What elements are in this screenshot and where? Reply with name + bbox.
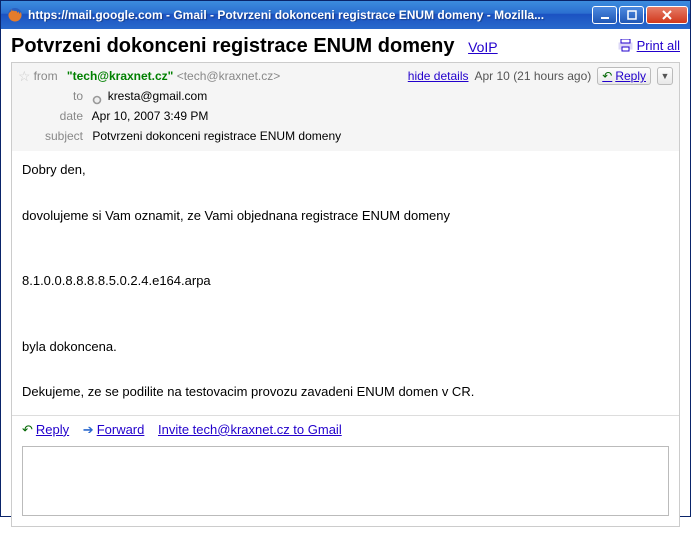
label-link-voip[interactable]: VoIP (468, 39, 498, 55)
reply-menu-dropdown[interactable]: ▼ (657, 67, 673, 85)
minimize-button[interactable] (592, 6, 617, 24)
hide-details-link[interactable]: hide details (408, 69, 469, 83)
subject-value: Potvrzeni dokonceni registrace ENUM dome… (92, 129, 341, 143)
reply-arrow-icon: ↶ (22, 422, 33, 437)
window-titlebar: https://mail.google.com - Gmail - Potvrz… (1, 1, 690, 29)
invite-link[interactable]: Invite tech@kraxnet.cz to Gmail (158, 422, 342, 437)
reply-button-label: Reply (615, 69, 646, 83)
window-title: https://mail.google.com - Gmail - Potvrz… (28, 8, 586, 22)
page-title: Potvrzeni dokonceni registrace ENUM dome… (11, 35, 454, 57)
from-name: "tech@kraxnet.cz" (67, 69, 173, 83)
to-label: to (33, 87, 83, 105)
from-label: from (34, 69, 58, 83)
quick-reply-textarea[interactable] (22, 446, 669, 516)
from-address: <tech@kraxnet.cz> (177, 69, 281, 83)
message-body: Dobry den, dovolujeme si Vam oznamit, ze… (12, 151, 679, 415)
body-line: byla dokoncena. (22, 338, 669, 356)
date-label: date (33, 107, 83, 125)
message-header: Potvrzeni dokonceni registrace ENUM dome… (11, 35, 680, 62)
content-area: Potvrzeni dokonceni registrace ENUM dome… (1, 29, 690, 535)
message-card: ☆ from "tech@kraxnet.cz" <tech@kraxnet.c… (11, 62, 680, 527)
printer-icon (618, 39, 633, 52)
maximize-button[interactable] (619, 6, 644, 24)
lock-icon (92, 92, 102, 102)
reply-arrow-icon: ↶ (602, 69, 612, 83)
body-line: 8.1.0.0.8.8.8.8.5.0.2.4.e164.arpa (22, 272, 669, 290)
reply-button[interactable]: ↶ Reply (597, 67, 651, 85)
reply-link[interactable]: Reply (36, 422, 69, 437)
message-actions: ↶Reply ➔Forward Invite tech@kraxnet.cz t… (12, 415, 679, 444)
subject-label: subject (33, 127, 83, 145)
body-line: Dekujeme, ze se podilite na testovacim p… (22, 383, 669, 401)
body-line: dovolujeme si Vam oznamit, ze Vami objed… (22, 207, 669, 225)
print-all-link[interactable]: Print all (618, 38, 680, 53)
body-line: Dobry den, (22, 161, 669, 179)
date-value: Apr 10, 2007 3:49 PM (92, 109, 209, 123)
close-button[interactable] (646, 6, 688, 24)
to-value: kresta@gmail.com (108, 89, 208, 103)
forward-link[interactable]: Forward (97, 422, 145, 437)
forward-arrow-icon: ➔ (83, 422, 94, 437)
message-meta: ☆ from "tech@kraxnet.cz" <tech@kraxnet.c… (12, 63, 679, 151)
received-timestamp: Apr 10 (21 hours ago) (475, 69, 592, 83)
window-controls (592, 6, 688, 24)
firefox-icon (7, 7, 23, 23)
star-icon[interactable]: ☆ (18, 69, 31, 83)
print-all-label: Print all (637, 38, 680, 53)
